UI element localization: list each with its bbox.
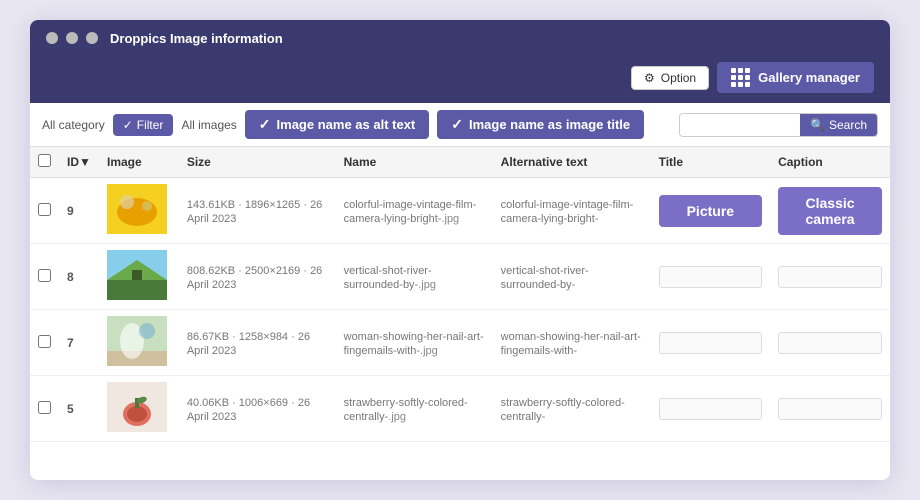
alt-text-toggle-button[interactable]: ✓ Image name as alt text [245,110,429,139]
row-size: 40.06KB · 1006×669 · 26 April 2023 [179,376,336,442]
select-all-checkbox[interactable] [38,154,51,167]
table-header-row: ID▼ Image Size Name Alternative text Tit… [30,147,890,178]
row-checkbox-cell [30,178,59,244]
filter-button[interactable]: ✓ Filter [113,114,174,136]
filter-bar: All category ✓ Filter All images ✓ Image… [30,103,890,147]
main-window: Droppics Image information ⚙ Option Gall… [30,20,890,480]
dot1 [46,32,58,44]
row-checkbox[interactable] [38,203,51,216]
title-bar: Droppics Image information [30,20,890,56]
title-check-icon: ✓ [451,116,463,133]
title-highlight: Picture [659,195,762,227]
col-size: Size [179,147,336,178]
title-input[interactable] [659,398,762,420]
row-checkbox-cell [30,376,59,442]
row-checkbox[interactable] [38,335,51,348]
row-size: 808.62KB · 2500×2169 · 26 April 2023 [179,244,336,310]
row-caption[interactable] [770,310,890,376]
row-alt-text: colorful-image-vintage-film-camera-lying… [493,178,651,244]
row-caption[interactable] [770,376,890,442]
title-input[interactable] [659,266,762,288]
row-name: colorful-image-vintage-film-camera-lying… [336,178,493,244]
table-row: 7 86.67KB · 1258×984 · 26 April 2023woma… [30,310,890,376]
row-checkbox-cell [30,310,59,376]
caption-input[interactable] [778,398,882,420]
row-id: 7 [59,310,99,376]
col-checkbox [30,147,59,178]
col-alt: Alternative text [493,147,651,178]
alt-check-icon: ✓ [259,116,271,133]
row-checkbox[interactable] [38,401,51,414]
window-title: Droppics Image information [110,31,283,46]
col-caption: Caption [770,147,890,178]
grid-icon [731,68,750,87]
title-input[interactable] [659,332,762,354]
caption-highlight: Classic camera [778,187,882,235]
search-wrap: 🔍 Search [679,113,878,137]
image-title-toggle-button[interactable]: ✓ Image name as image title [437,110,644,139]
search-icon: 🔍 [810,118,825,132]
toolbar: ⚙ Option Gallery manager [30,56,890,103]
row-name: woman-showing-her-nail-art-fingemails-wi… [336,310,493,376]
row-checkbox-cell [30,244,59,310]
search-button[interactable]: 🔍 Search [800,114,877,136]
table-row: 9 143.61KB · 1896×1265 · 26 April 2023co… [30,178,890,244]
row-size: 86.67KB · 1258×984 · 26 April 2023 [179,310,336,376]
caption-input[interactable] [778,332,882,354]
row-size: 143.61KB · 1896×1265 · 26 April 2023 [179,178,336,244]
row-id: 5 [59,376,99,442]
row-checkbox[interactable] [38,269,51,282]
row-alt-text: vertical-shot-river-surrounded-by- [493,244,651,310]
row-title: Picture [651,178,770,244]
dot2 [66,32,78,44]
row-thumbnail [99,376,179,442]
gear-icon: ⚙ [644,71,655,85]
col-image: Image [99,147,179,178]
check-icon: ✓ [123,118,133,132]
row-title[interactable] [651,376,770,442]
table-row: 8 808.62KB · 2500×2169 · 26 April 2023ve… [30,244,890,310]
row-title[interactable] [651,244,770,310]
caption-input[interactable] [778,266,882,288]
dot3 [86,32,98,44]
row-name: vertical-shot-river-surrounded-by-.jpg [336,244,493,310]
col-title: Title [651,147,770,178]
table-row: 5 40.06KB · 1006×669 · 26 April 2023stra… [30,376,890,442]
row-id: 8 [59,244,99,310]
all-images-label: All images [181,118,236,132]
row-name: strawberry-softly-colored-centrally-.jpg [336,376,493,442]
row-alt-text: strawberry-softly-colored-centrally- [493,376,651,442]
row-thumbnail [99,178,179,244]
category-label: All category [42,118,105,132]
option-button[interactable]: ⚙ Option [631,66,709,90]
row-id: 9 [59,178,99,244]
col-name: Name [336,147,493,178]
col-id[interactable]: ID▼ [59,147,99,178]
table-area: ID▼ Image Size Name Alternative text Tit… [30,147,890,480]
row-thumbnail [99,310,179,376]
gallery-manager-button[interactable]: Gallery manager [717,62,874,93]
search-input[interactable] [680,114,800,136]
row-caption: Classic camera [770,178,890,244]
image-table: ID▼ Image Size Name Alternative text Tit… [30,147,890,442]
row-title[interactable] [651,310,770,376]
row-thumbnail [99,244,179,310]
row-caption[interactable] [770,244,890,310]
row-alt-text: woman-showing-her-nail-art-fingemails-wi… [493,310,651,376]
